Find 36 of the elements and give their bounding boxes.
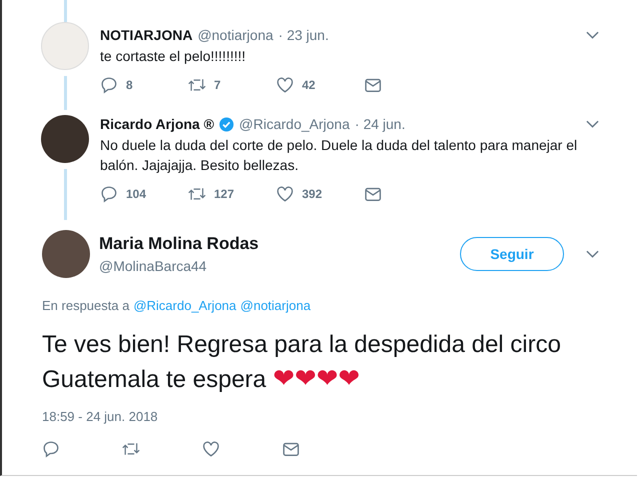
reply-icon[interactable] [100,76,118,94]
author-name[interactable]: Ricardo Arjona ® [100,116,214,132]
mention-link[interactable]: @notiarjona [240,298,311,313]
action-count: 127 [214,187,234,201]
envelope-icon[interactable] [364,76,382,94]
tweet-date[interactable]: · 24 jun. [354,116,406,132]
envelope-icon[interactable] [364,185,382,203]
author-handle[interactable]: @MolinaBarca44 [99,258,259,274]
tweet-text: No duele la duda del corte de pelo. Duele la duda del talento para manejar el balón. Jajajajja. Besito bellezas. [100,136,578,175]
author-name[interactable]: NOTIARJONA [100,27,193,43]
chevron-icon[interactable] [586,250,599,258]
action-count: 7 [214,78,221,92]
action-count: 8 [126,78,133,92]
action-count: 392 [302,187,322,201]
heart-icon[interactable] [202,440,220,458]
author-handle[interactable]: @Ricardo_Arjona [239,116,350,132]
reply-icon[interactable] [42,440,60,458]
reply-icon[interactable] [100,185,118,203]
envelope-icon[interactable] [282,440,300,458]
avatar[interactable] [41,115,89,163]
action-count: 104 [126,187,146,201]
reply-label: En respuesta a [42,298,130,313]
tweet-text: te cortaste el pelo!!!!!!!!! [100,47,247,66]
action-count: 42 [302,78,316,92]
heart-icon[interactable] [276,76,294,94]
author-handle[interactable]: @notiarjona [198,27,274,43]
tweet-text: Te ves bien! Regresa para la despedida del circo Guatemala te espera ❤❤❤❤ [42,330,562,396]
tweet-date[interactable]: · 23 jun. [278,27,329,43]
author-name[interactable]: Maria Molina Rodas [99,234,259,254]
follow-button[interactable]: Seguir [460,237,564,271]
heart-icon[interactable] [276,185,294,203]
tweet-timestamp[interactable]: 18:59 - 24 jun. 2018 [42,409,637,424]
chevron-icon[interactable] [586,120,599,128]
mention-link[interactable]: @Ricardo_Arjona [133,298,236,313]
avatar[interactable] [42,230,90,278]
chevron-icon[interactable] [586,31,599,39]
